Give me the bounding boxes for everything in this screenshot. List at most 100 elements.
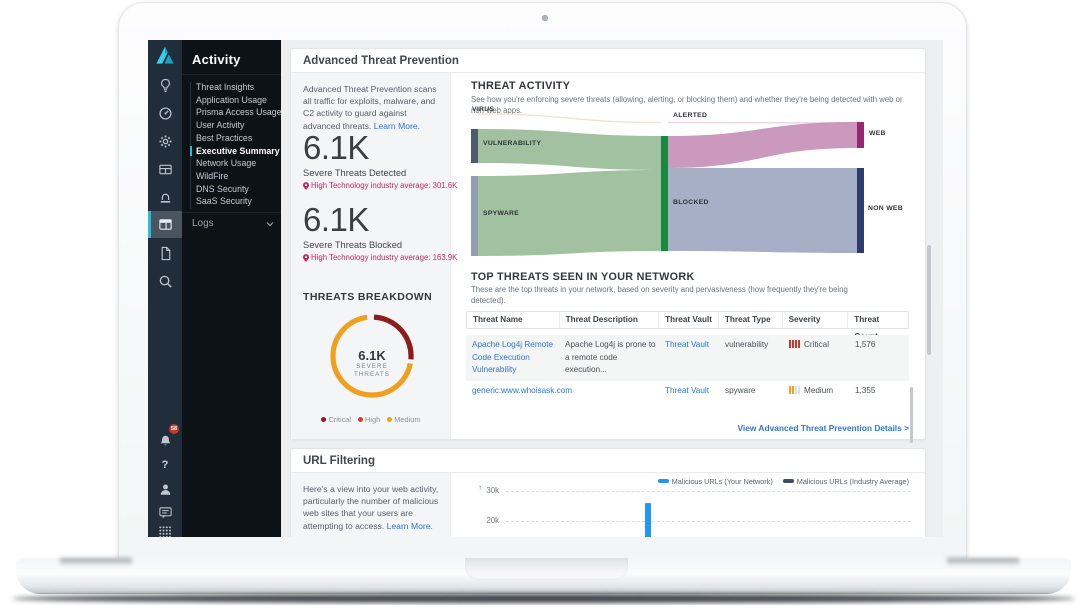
- sankey-label-nonweb: NON WEB: [868, 205, 903, 212]
- threats-breakdown-donut: 6.1K SEVERE THREATS: [327, 311, 417, 401]
- threats-blocked-label: Severe Threats Blocked: [303, 240, 402, 250]
- table-row[interactable]: generic:www.whoisask.com Threat Vault sp…: [466, 381, 909, 403]
- blocked-benchmark: High Technology industry average: 163.9K: [303, 253, 457, 262]
- severity-bars-medium: [789, 386, 800, 394]
- sankey-label-spyware: SPYWARE: [483, 210, 519, 217]
- threat-type: spyware: [719, 381, 783, 403]
- sankey-label-vulnerability: VULNERABILITY: [483, 140, 541, 147]
- detected-benchmark: High Technology industry average: 301.6K: [303, 181, 457, 190]
- legend-medium: Medium: [387, 415, 420, 424]
- sidebar-item-logs[interactable]: Logs: [192, 218, 274, 229]
- app-window: 58 ?: [148, 40, 943, 537]
- gridline-30k: [506, 491, 911, 492]
- severity-bars-critical: [789, 340, 800, 348]
- gauge-icon[interactable]: [148, 100, 182, 126]
- y-axis-label: Malicious URLs: [477, 493, 488, 537]
- threats-detected-value: 6.1K: [303, 129, 369, 167]
- help-icon[interactable]: ?: [148, 452, 182, 478]
- sidebar-item-application-usage[interactable]: Application Usage: [196, 94, 278, 107]
- top-threats-table: Threat Name Threat Description Threat Va…: [466, 311, 909, 403]
- sankey-label-blocked: BLOCKED: [673, 199, 709, 206]
- malicious-urls-bar[interactable]: [645, 503, 651, 537]
- laptop-mockup: 58 ?: [0, 0, 1087, 605]
- donut-center-label: THREATS: [327, 371, 417, 378]
- hinge-shadow: [60, 558, 132, 566]
- dashboard-icon-selected[interactable]: [148, 211, 182, 238]
- atp-summary-column: Advanced Threat Prevention scans all tra…: [291, 73, 451, 439]
- sidebar-item-best-practices[interactable]: Best Practices: [196, 132, 278, 145]
- threat-activity-sankey: VIRUS VULNERABILITY SPYWARE ALERTED BLOC…: [471, 109, 911, 269]
- sankey-chart: [471, 109, 911, 269]
- sidebar-menu: Activity Threat Insights Application Usa…: [182, 40, 281, 537]
- insights-icon[interactable]: [148, 72, 182, 98]
- sankey-label-virus: VIRUS: [472, 106, 494, 113]
- table-header-row: Threat Name Threat Description Threat Va…: [466, 311, 909, 329]
- donut-center-label: SEVERE: [327, 363, 417, 370]
- alarm-icon[interactable]: [148, 184, 182, 210]
- sidebar-item-network-usage[interactable]: Network Usage: [196, 157, 278, 170]
- col-threat-count[interactable]: Threat Count‹: [848, 312, 908, 328]
- col-threat-description[interactable]: Threat Description: [560, 312, 660, 328]
- pin-icon: [303, 254, 309, 262]
- atp-description: Advanced Threat Prevention scans all tra…: [303, 83, 441, 132]
- col-threat-type[interactable]: Threat Type: [719, 312, 783, 328]
- table-scrollbar[interactable]: [910, 387, 913, 443]
- view-details-link[interactable]: View Advanced Threat Prevention Details …: [737, 423, 909, 433]
- pin-icon: [303, 182, 309, 190]
- table-row[interactable]: Apache Log4j Remote Code Execution Vulne…: [466, 335, 909, 381]
- severity-cell: Medium: [783, 381, 849, 403]
- notifications-bell-icon[interactable]: 58: [148, 428, 182, 454]
- threat-description: Apache Log4j is prone to a remote code e…: [559, 335, 659, 381]
- col-severity[interactable]: Severity: [783, 312, 849, 328]
- y-axis-arrow: ↑: [478, 483, 482, 492]
- page-scrollbar[interactable]: [927, 245, 931, 355]
- severity-cell: Critical: [783, 335, 849, 381]
- threat-vault-link[interactable]: Threat Vault: [665, 340, 709, 349]
- divider: [182, 74, 281, 75]
- sidebar-item-dns-security[interactable]: DNS Security: [196, 183, 278, 196]
- learn-more-link[interactable]: Learn More.: [387, 521, 433, 531]
- sidebar-item-user-activity[interactable]: User Activity: [196, 119, 278, 132]
- top-threats-title: TOP THREATS SEEN IN YOUR NETWORK: [471, 271, 695, 283]
- threat-count: 1,576: [849, 335, 909, 381]
- threats-breakdown-title: THREATS BREAKDOWN: [303, 291, 432, 303]
- threat-count: 1,355: [849, 381, 909, 403]
- legend-critical: Critical: [321, 415, 351, 424]
- donut-center-value: 6.1K: [327, 348, 417, 363]
- card-title: URL Filtering: [291, 449, 925, 473]
- laptop-base: [16, 558, 1071, 594]
- card-title: Advanced Threat Prevention: [291, 49, 925, 73]
- threat-type: vulnerability: [719, 335, 783, 381]
- threats-blocked-value: 6.1K: [303, 201, 369, 239]
- legend-high: High: [358, 415, 380, 424]
- threat-vault-link[interactable]: Threat Vault: [665, 386, 709, 395]
- notification-badge: 58: [169, 424, 179, 434]
- sankey-label-alerted: ALERTED: [673, 112, 707, 119]
- brand-logo[interactable]: [152, 43, 178, 69]
- gridline-20k: [506, 521, 911, 522]
- col-threat-name[interactable]: Threat Name: [467, 312, 560, 328]
- sidebar-item-threat-insights[interactable]: Threat Insights: [196, 81, 278, 94]
- gear-icon[interactable]: [148, 128, 182, 154]
- search-icon[interactable]: [148, 268, 182, 294]
- sidebar-item-prisma-access-usage[interactable]: Prisma Access Usage: [196, 106, 278, 119]
- advanced-threat-prevention-card: Advanced Threat Prevention Advanced Thre…: [290, 48, 926, 440]
- url-filtering-card: URL Filtering Here's a view into your we…: [290, 448, 926, 537]
- icon-rail: 58 ?: [148, 40, 182, 537]
- learn-more-link[interactable]: Learn More.: [374, 121, 420, 131]
- laptop-notch: [465, 558, 628, 580]
- threat-activity-title: THREAT ACTIVITY: [471, 80, 570, 92]
- panels-icon[interactable]: [148, 156, 182, 182]
- threat-name-link[interactable]: generic:www.whoisask.com: [472, 386, 572, 395]
- sidebar-item-saas-security[interactable]: SaaS Security: [196, 195, 278, 208]
- col-threat-vault[interactable]: Threat Vault: [659, 312, 719, 328]
- top-threats-subtitle: These are the top threats in your networ…: [471, 285, 851, 306]
- threat-name-link[interactable]: Apache Log4j Remote Code Execution Vulne…: [472, 340, 553, 374]
- sidebar-item-wildfire[interactable]: WildFire: [196, 170, 278, 183]
- threat-description: [559, 381, 659, 403]
- sidebar-item-executive-summary[interactable]: Executive Summary: [196, 145, 278, 158]
- report-icon[interactable]: [148, 240, 182, 266]
- section-title: Activity: [192, 52, 241, 67]
- apps-grid-icon[interactable]: [148, 519, 182, 537]
- url-chart-legend: Malicious URLs (Your Network) Malicious …: [658, 477, 909, 486]
